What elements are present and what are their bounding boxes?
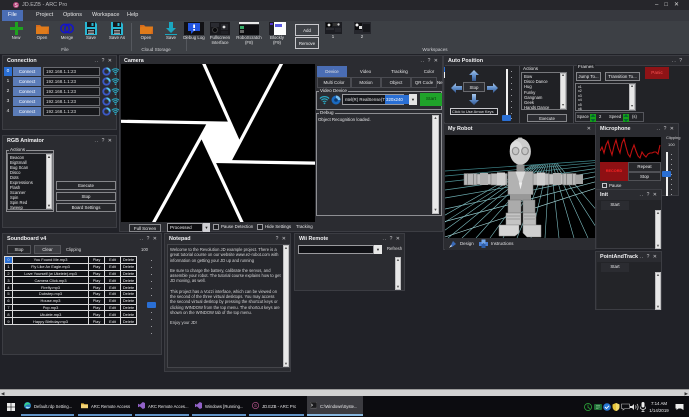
svg-text:S: S — [254, 403, 257, 408]
